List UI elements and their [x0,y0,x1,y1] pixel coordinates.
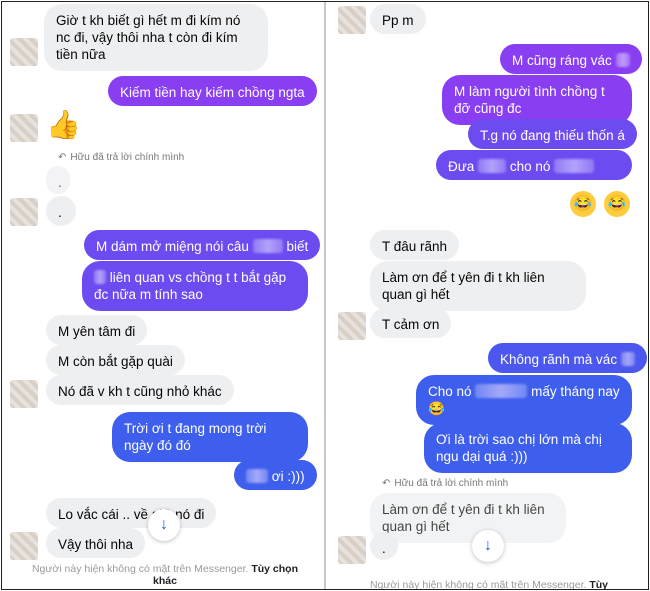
reply-note: ↶ Hữu đã trả lời chính mình [382,478,508,489]
redacted-text [554,159,595,173]
outgoing-message: ơi :))) [234,460,317,490]
message-text: Cho nó [428,384,472,399]
reply-arrow-icon: ↶ [58,152,67,163]
thumbs-up-icon: 👍 [46,109,81,140]
incoming-message: M còn bắt gặp quài [46,345,185,375]
incoming-message: M yên tâm đi [46,315,148,345]
contact-avatar [10,198,38,226]
contact-avatar [10,38,38,66]
more-options-link[interactable]: Tùy [589,579,608,589]
redacted-text [246,469,268,483]
outgoing-message: M dám mở miệng nói câu biết [84,230,321,260]
incoming-message: T cảm ơn [370,308,452,338]
message-text: . [382,541,386,556]
presence-text: Người này hiện không có mặt trên Messeng… [369,579,587,589]
redacted-text [615,53,630,67]
message-text: Không rãnh mà vác [500,352,618,367]
message-text: mấy tháng nay [531,384,620,399]
outgoing-message: Kiếm tiền hay kiếm chồng ngta [108,76,317,106]
outgoing-message: Đưa cho nó [436,150,632,180]
message-text: Vậy thôi nha [58,537,134,552]
outgoing-message: M cũng ráng vác [500,44,642,74]
outgoing-message: T.g nó đang thiếu thốn á [468,119,637,149]
outgoing-message: M làm người tình chồng t đỡ cũng đc [442,75,632,125]
message-text: Lo vắc cái .. về giữ nó đi [58,507,205,522]
incoming-message: Lo vắc cái .. về giữ nó đi [46,498,217,528]
incoming-message: Nó đã v kh t cũng nhỏ khác [46,375,234,405]
incoming-message: T đâu rãnh [370,230,460,260]
incoming-message: Giờ t kh biết gì hết m đi kím nó nc đi, … [44,4,268,71]
outgoing-message: liên quan vs chồng t t bắt gặp đc nữa m … [82,261,308,311]
scroll-down-button[interactable]: ↓ [472,530,504,562]
message-text: T cảm ơn [382,317,440,332]
message-text: Kiếm tiền hay kiếm chồng ngta [120,85,305,100]
reply-note: ↶ Hữu đã trả lời chính mình [58,152,184,163]
chat-panel-left: Giờ t kh biết gì hết m đi kím nó nc đi, … [2,2,324,589]
presence-footer: Người này hiện không có mặt trên Messeng… [344,579,634,589]
message-text: liên quan vs chồng t t bắt gặp đc nữa m … [94,270,287,302]
contact-avatar [338,312,366,340]
contact-avatar [10,114,38,142]
message-text: M cũng ráng vác [512,53,612,68]
message-text: T.g nó đang thiếu thốn á [480,128,625,143]
message-text: M còn bắt gặp quài [58,354,173,369]
contact-avatar [10,532,38,560]
incoming-message: . [370,532,398,560]
incoming-message: Pp m [370,4,426,34]
message-text: Nó đã v kh t cũng nhỏ khác [58,384,222,399]
message-text: ơi :))) [271,469,305,484]
message-text: Làm ơn để t yên đi t kh liên quan gì hết [382,270,545,302]
laughing-tears-icon: 😂 [570,191,596,217]
message-text: Trời ơi t đang mong trời ngày đó đó [124,421,267,453]
outgoing-message: Không rãnh mà vác [488,343,647,373]
redacted-text [475,384,528,398]
reply-note-text: Hữu đã trả lời chính mình [70,152,185,163]
redacted-text [252,239,283,253]
message-text: cho nó [509,159,551,174]
reply-note-text: Hữu đã trả lời chính mình [394,478,509,489]
incoming-message: Vậy thôi nha [46,528,146,558]
quoted-reply: . [46,166,70,194]
outgoing-message: Trời ơi t đang mong trời ngày đó đó [112,412,308,462]
laughing-tears-icon: 😂 [604,191,630,217]
message-text: M làm người tình chồng t đỡ cũng đc [454,84,605,116]
redacted-text [620,352,635,366]
message-text: . [58,205,62,220]
scroll-down-button[interactable]: ↓ [148,509,180,541]
message-text: biết [286,239,309,254]
contact-avatar [10,380,38,408]
message-text: Pp m [382,13,414,28]
quoted-text: . [58,175,62,190]
message-text: Giờ t kh biết gì hết m đi kím nó nc đi, … [56,13,241,62]
message-text: Ơi là trời sao chị lớn mà chị ngu dại qu… [436,432,602,464]
chat-panel-right: Pp m M cũng ráng vác M làm người tình ch… [326,2,648,589]
incoming-message: Làm ơn để t yên đi t kh liên quan gì hết [370,261,586,311]
outgoing-message: Ơi là trời sao chị lớn mà chị ngu dại qu… [424,423,632,473]
arrow-down-icon: ↓ [160,516,168,533]
redacted-text [478,159,507,173]
presence-text: Người này hiện không có mặt trên Messeng… [31,563,249,575]
message-text: M yên tâm đi [58,324,136,339]
laughing-tears-icon: 😂 [428,401,445,416]
message-text: M dám mở miệng nói câu [96,239,249,254]
arrow-down-icon: ↓ [484,537,492,554]
screenshot-frame: Giờ t kh biết gì hết m đi kím nó nc đi, … [1,1,649,590]
reply-arrow-icon: ↶ [382,478,391,489]
quoted-reply: Làm ơn để t yên đi t kh liên quan gì hết [370,493,566,543]
contact-avatar [338,6,366,34]
quoted-text: Làm ơn để t yên đi t kh liên quan gì hết [382,502,545,534]
message-text: Đưa [448,159,475,174]
redacted-text [94,270,106,284]
contact-avatar [338,536,366,564]
incoming-message: . [46,196,76,226]
outgoing-message: Cho nó mấy tháng nay 😂 [416,375,632,425]
message-text: T đâu rãnh [382,239,448,254]
presence-footer: Người này hiện không có mặt trên Messeng… [22,563,308,587]
